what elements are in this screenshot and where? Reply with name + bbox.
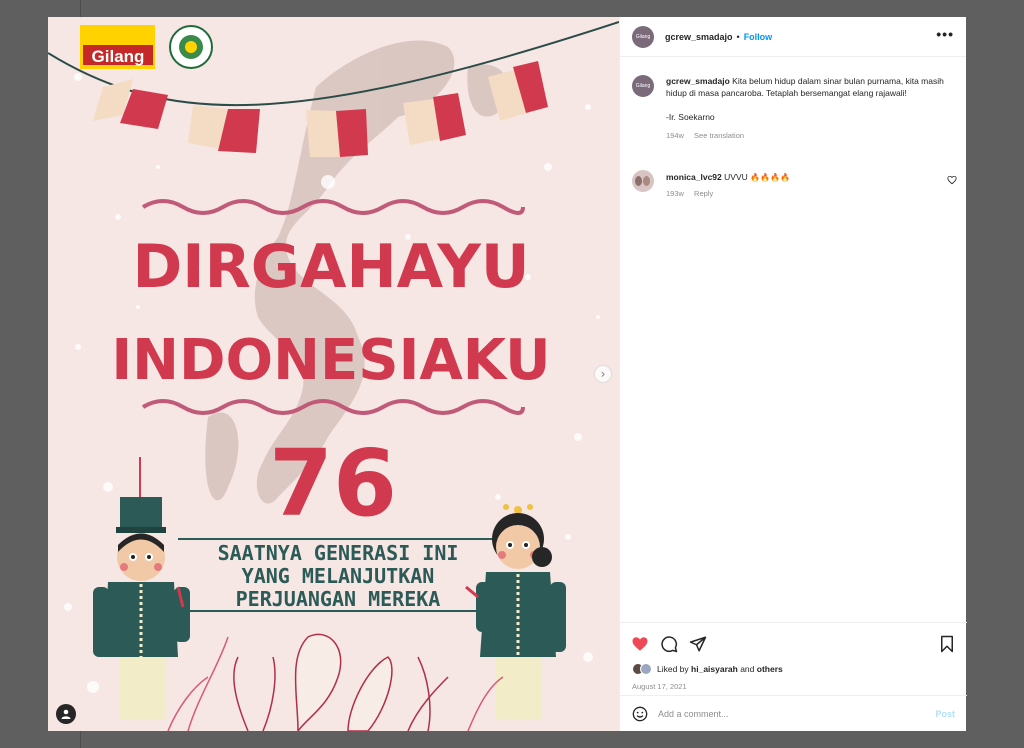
liked-by-and: and [740,664,755,674]
author-username[interactable]: gcrew_smadajo [665,32,733,42]
caption-avatar[interactable]: Gilang [632,75,654,97]
heart-icon[interactable] [631,635,649,653]
liked-by-prefix: Liked by [657,664,689,674]
comment-age: 193w [666,189,684,198]
caption-username[interactable]: gcrew_smadajo [666,76,730,86]
share-icon[interactable] [689,635,707,653]
subtitle-line-2: YANG MELANJUTKAN [242,564,435,588]
user-tag-button[interactable] [56,704,76,724]
post-details-panel: Gilang gcrew_smadajo • Follow ••• Gilang… [619,17,967,731]
next-image-button[interactable]: › [594,365,612,383]
title-line-1: DIRGAHAYU [132,232,529,302]
follow-button[interactable]: Follow [744,32,773,42]
user-tag-icon [61,709,71,719]
more-options-icon[interactable]: ••• [936,27,954,41]
comment-body: monica_lvc92 UVVU 🔥🔥🔥🔥 193w Reply [666,170,790,198]
comment-emoji: 🔥🔥🔥🔥 [750,173,790,182]
post-image: Gilang DIRGAHAYU INDONESIAKU 76 SAATNYA … [48,17,619,731]
caption-meta: 194w See translation [666,130,957,142]
post-comment-button[interactable]: Post [935,709,955,719]
flower-decoration [167,633,504,731]
caption-body: gcrew_smadajo Kita belum hidup dalam sin… [666,75,957,142]
poster-artwork: Gilang DIRGAHAYU INDONESIAKU 76 SAATNYA … [48,21,619,731]
post-date: August 17, 2021 [632,682,687,691]
comment-username[interactable]: monica_lvc92 [666,172,722,182]
subtitle-line-1: SAATNYA GENERASI INI [218,541,459,565]
author-avatar[interactable]: Gilang [632,25,654,48]
post-modal: Gilang DIRGAHAYU INDONESIAKU 76 SAATNYA … [48,17,967,731]
comment-input[interactable] [658,708,936,719]
gilang-logo-text: Gilang [92,47,145,66]
commenter-avatar[interactable] [632,170,654,192]
subtitle-line-3: PERJUANGAN MEREKA [236,587,441,611]
likes-summary: Liked by hi_aisyarah and others [632,663,783,675]
comment-item: monica_lvc92 UVVU 🔥🔥🔥🔥 193w Reply [632,170,957,198]
emoji-icon[interactable] [632,706,648,722]
header-separator: • [736,31,740,42]
liked-by-others[interactable]: others [757,664,783,674]
comment-composer: Post [620,695,967,731]
comment-like-icon[interactable] [947,175,957,185]
bookmark-icon[interactable] [939,635,955,653]
caption-signature: -Ir. Soekarno [666,112,715,122]
action-icons [631,635,707,653]
comment-text: UVVU [724,172,748,182]
post-header: Gilang gcrew_smadajo • Follow ••• [620,17,966,57]
school-logo-center [185,41,197,53]
title-line-2: INDONESIAKU [111,328,550,393]
boy-character [93,457,190,719]
see-translation-link[interactable]: See translation [694,131,744,140]
girl-character [465,504,566,719]
comment-meta: 193w Reply [666,189,790,198]
chevron-right-icon: › [600,367,606,381]
liker-avatar [640,663,652,675]
anniversary-number: 76 [269,430,397,537]
wavy-divider-top [141,199,525,215]
comment-icon[interactable] [660,635,678,653]
caption-age: 194w [666,131,684,140]
liked-by-user[interactable]: hi_aisyarah [691,664,738,674]
reply-button[interactable]: Reply [694,189,713,198]
post-caption: Gilang gcrew_smadajo Kita belum hidup da… [632,75,957,142]
